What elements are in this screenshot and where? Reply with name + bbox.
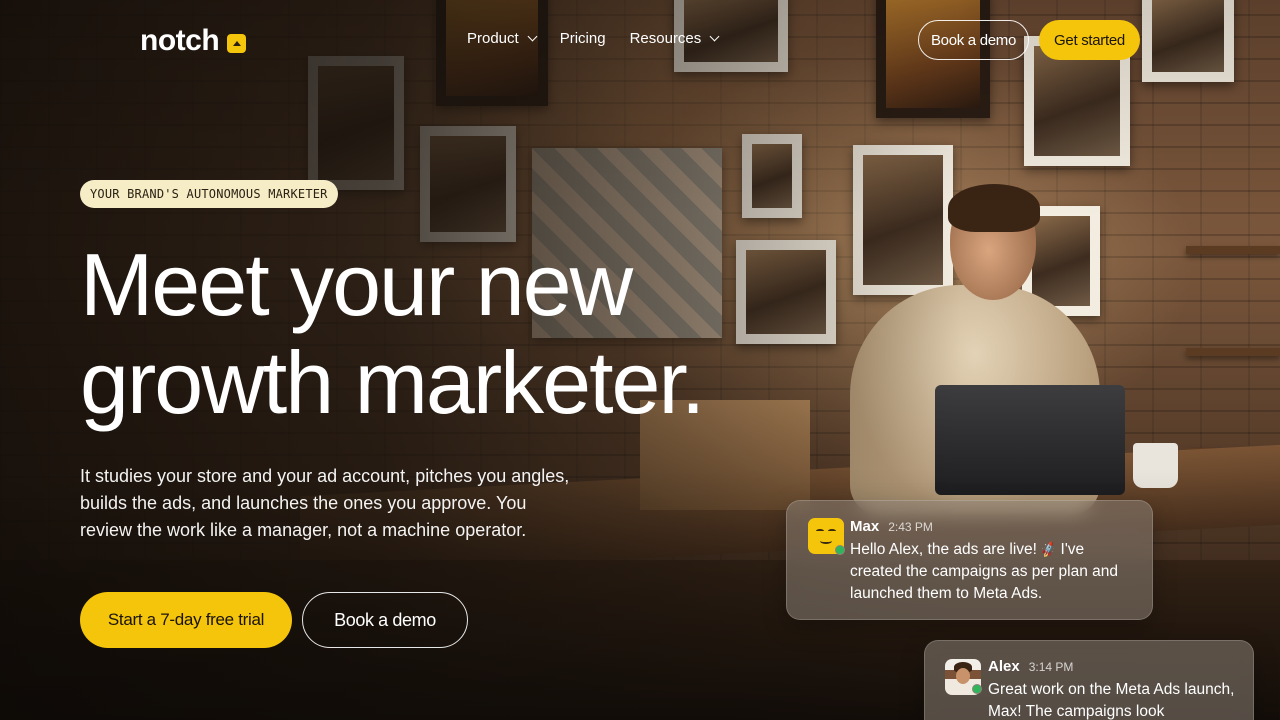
chat-text-part: Hello Alex, the ads are live! (850, 541, 1042, 558)
hero-headline: Meet your new growth marketer. (80, 236, 840, 432)
chat-message-text: Hello Alex, the ads are live! 🚀 I've cre… (850, 539, 1120, 605)
headline-line-2: growth marketer. (80, 333, 705, 432)
menu-item-label: Pricing (559, 30, 606, 47)
hero-subcopy: It studies your store and your ad accoun… (80, 466, 570, 540)
nav-get-started-button[interactable]: Get started (1039, 20, 1140, 60)
main-menu: Product Pricing Resources (467, 30, 720, 47)
chat-sender-name: Alex (988, 658, 1020, 675)
chat-timestamp: 2:43 PM (888, 520, 933, 534)
menu-item-resources[interactable]: Resources (629, 30, 720, 47)
online-status-icon (972, 684, 982, 694)
chevron-down-icon (709, 31, 720, 42)
nav-book-demo-button[interactable]: Book a demo (918, 20, 1029, 60)
chat-header: Alex 3:14 PM (988, 658, 1073, 675)
chat-message-max: Max 2:43 PM Hello Alex, the ads are live… (786, 500, 1153, 620)
menu-item-label: Product (467, 30, 519, 47)
chat-timestamp: 3:14 PM (1028, 660, 1074, 674)
logo-badge-icon (227, 33, 247, 53)
chat-header: Max 2:43 PM (850, 518, 933, 535)
notch-logo[interactable]: notch (140, 24, 247, 58)
online-status-icon (835, 545, 845, 555)
hero-book-demo-button[interactable]: Book a demo (302, 592, 468, 648)
chat-message-alex: Alex 3:14 PM Great work on the Meta Ads … (924, 640, 1254, 720)
logo-text: notch (140, 24, 220, 57)
top-nav: notch Product Pricing Resources Book a d… (0, 0, 1280, 80)
menu-item-label: Resources (629, 30, 702, 47)
chat-message-text: Great work on the Meta Ads launch, Max! … (988, 681, 1235, 720)
headline-line-1: Meet your new (80, 235, 633, 334)
start-free-trial-button[interactable]: Start a 7-day free trial (80, 592, 292, 648)
chat-sender-name: Max (850, 518, 880, 535)
hero-eyebrow-badge: YOUR BRAND'S AUTONOMOUS MARKETER (80, 180, 338, 208)
menu-item-product[interactable]: Product (467, 30, 538, 47)
chevron-down-icon (527, 31, 538, 42)
menu-item-pricing[interactable]: Pricing (560, 30, 606, 47)
